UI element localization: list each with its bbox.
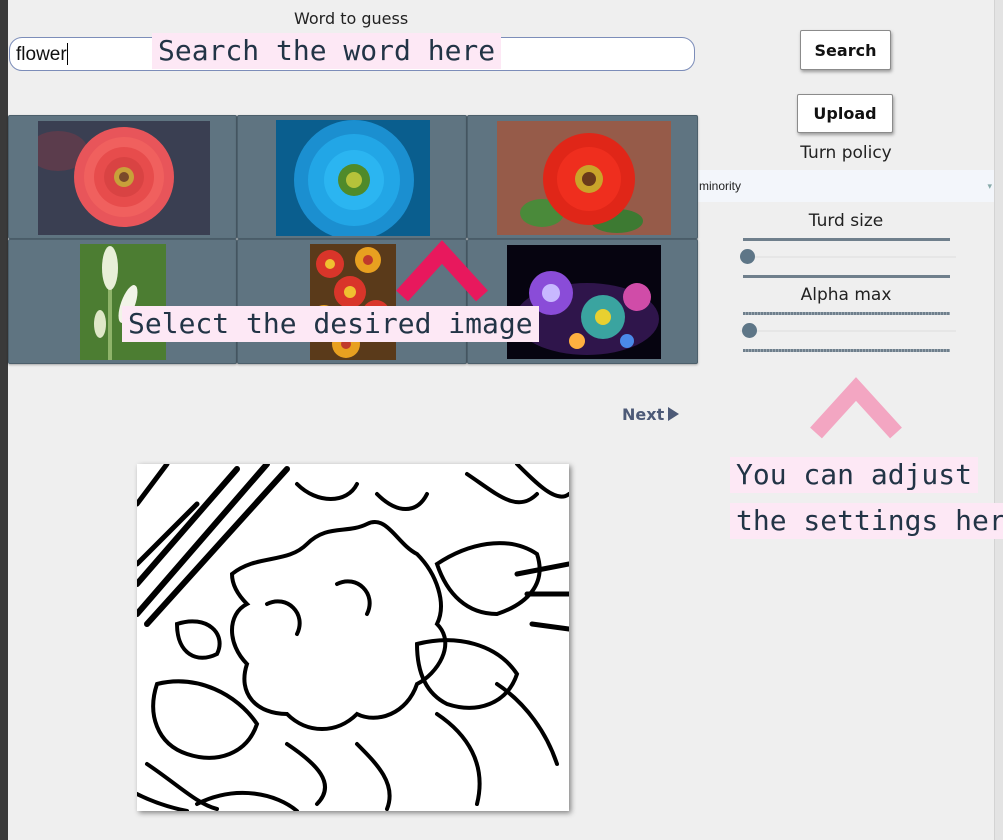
turd-size-slider[interactable] <box>740 238 956 278</box>
slider-track <box>740 256 956 258</box>
hint-search: Search the word here <box>152 33 502 69</box>
traced-flower-outline <box>137 464 569 811</box>
red-zinnia-image <box>38 121 210 235</box>
hint-settings-line1: You can adjust <box>730 457 979 493</box>
chevron-up-icon <box>810 377 902 439</box>
chevron-up-icon <box>396 240 488 302</box>
slider-thumb[interactable] <box>742 323 757 338</box>
search-button[interactable]: Search <box>800 30 891 70</box>
word-to-guess-label: Word to guess <box>294 9 409 28</box>
image-tile-blue-daisy[interactable] <box>237 115 467 239</box>
next-label: Next <box>622 405 665 424</box>
lily-buds-image <box>80 244 166 360</box>
chevron-down-icon: ▾ <box>987 181 992 191</box>
image-tile-fractal-flowers[interactable] <box>467 239 698 364</box>
alpha-max-slider[interactable] <box>740 312 956 352</box>
turn-policy-select[interactable]: minority ▾ <box>697 170 994 202</box>
image-tile-lily-buds[interactable] <box>8 239 237 364</box>
window-left-border <box>0 0 8 840</box>
slider-rail <box>743 238 950 241</box>
slider-rail <box>743 312 950 315</box>
turd-size-label: Turd size <box>808 211 884 231</box>
turn-policy-label: Turn policy <box>800 143 892 163</box>
upload-button[interactable]: Upload <box>797 94 893 133</box>
hint-settings-line2: the settings here <box>730 503 1003 539</box>
red-gerbera-image <box>497 121 671 235</box>
text-caret <box>66 43 68 65</box>
traced-outline-canvas <box>137 464 569 811</box>
slider-track <box>740 330 956 332</box>
alpha-max-label: Alpha max <box>800 285 892 305</box>
blue-daisy-image <box>276 120 430 236</box>
window-scrollbar[interactable] <box>994 0 1003 840</box>
slider-thumb[interactable] <box>740 249 755 264</box>
hint-select-image: Select the desired image <box>122 306 539 342</box>
image-tile-red-zinnia[interactable] <box>8 115 237 239</box>
image-tile-red-gerbera[interactable] <box>467 115 698 239</box>
slider-rail <box>743 275 950 278</box>
blanket-flowers-image <box>310 244 396 360</box>
slider-rail <box>743 349 950 352</box>
play-arrow-icon <box>668 407 680 421</box>
search-input-value: flower <box>16 44 67 65</box>
turn-policy-value: minority <box>699 179 742 193</box>
next-button[interactable]: Next <box>622 405 680 424</box>
